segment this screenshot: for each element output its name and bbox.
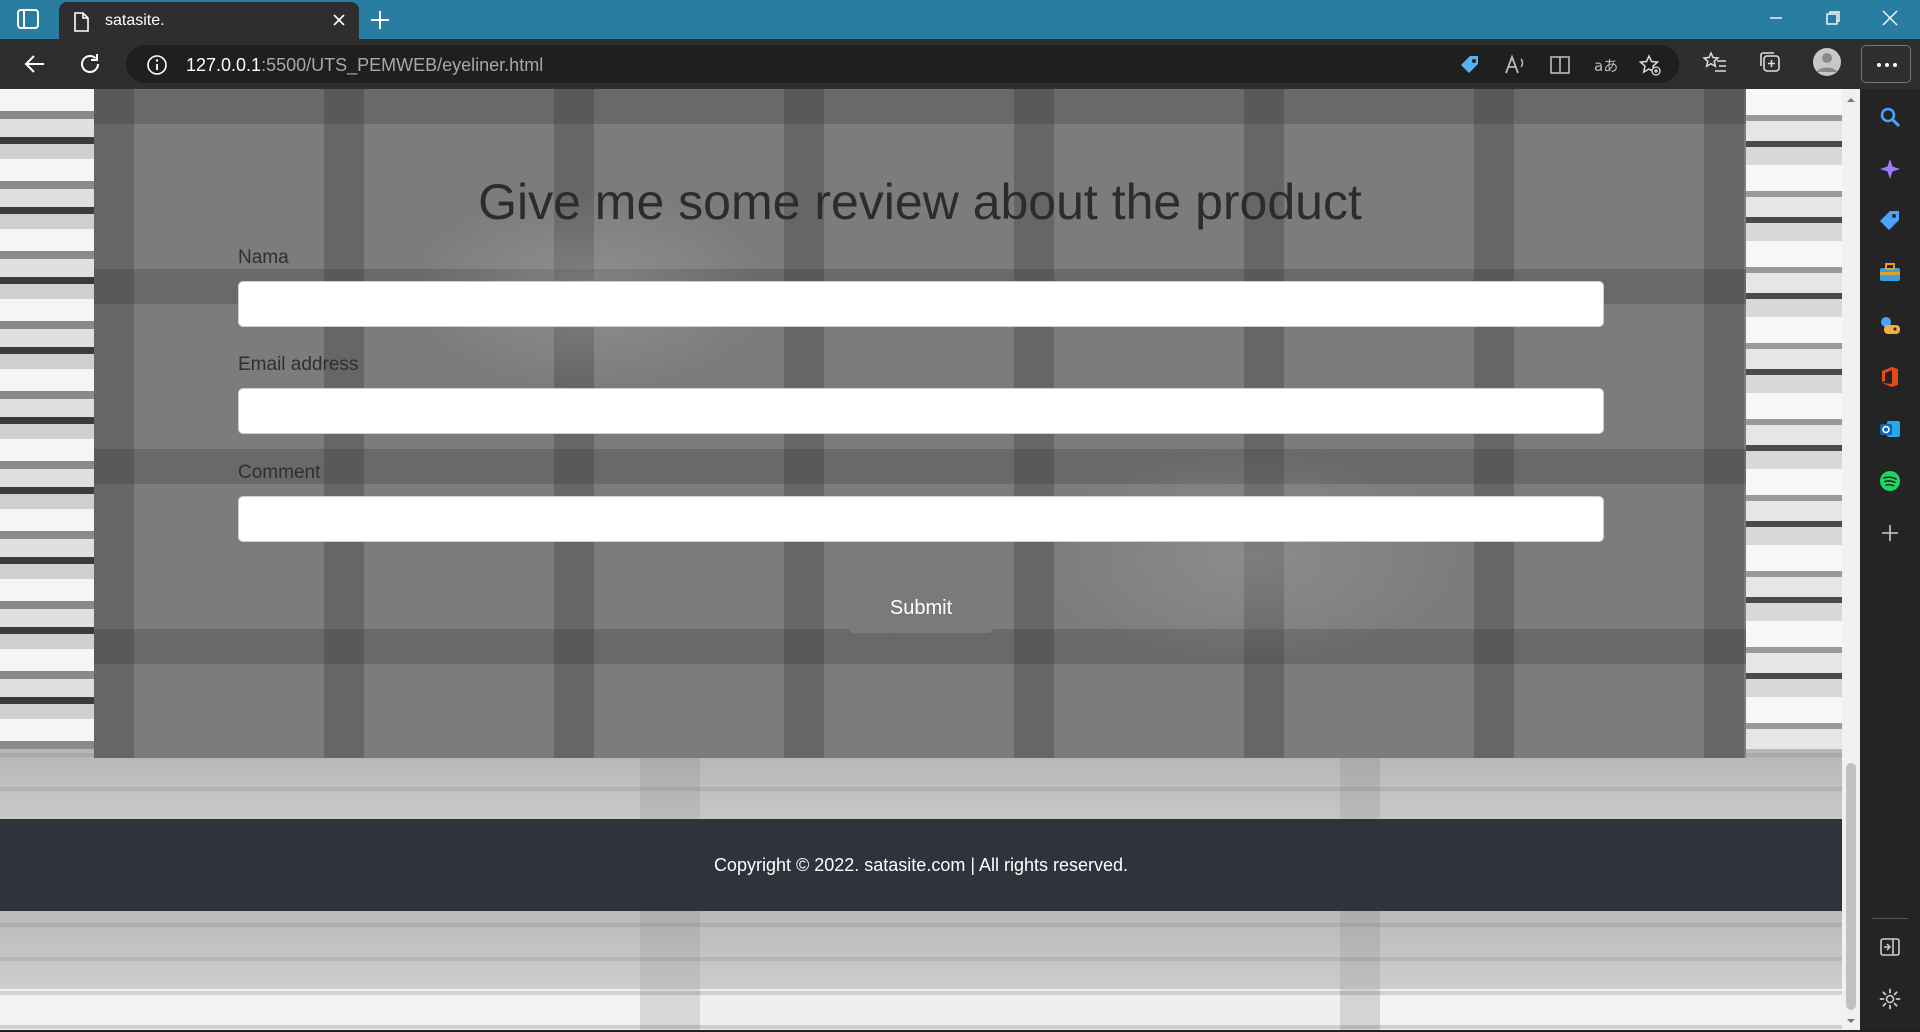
sidebar-divider (1872, 918, 1908, 919)
background-left-strokes (0, 89, 94, 749)
name-label: Nama (238, 247, 289, 268)
minimize-icon[interactable] (1766, 8, 1786, 33)
comment-input[interactable] (238, 496, 1604, 542)
page-scrollbar[interactable] (1842, 89, 1860, 1030)
add-favorite-icon[interactable] (1638, 53, 1662, 82)
collections-icon[interactable] (1757, 49, 1783, 80)
coupon-icon[interactable] (1458, 53, 1482, 82)
sidebar-toggle-icon[interactable] (16, 8, 42, 32)
page-viewport: Give me some review about the product Na… (0, 89, 1842, 1030)
refresh-icon[interactable] (77, 51, 103, 82)
tab-title: satasite. (105, 12, 165, 29)
email-input[interactable] (238, 388, 1604, 434)
spotify-icon[interactable] (1878, 469, 1902, 493)
outlook-icon[interactable] (1878, 417, 1902, 441)
svg-text:aあ: aあ (1594, 57, 1617, 75)
url-host: 127.0.0.1 (186, 55, 262, 75)
shopping-icon[interactable] (1878, 209, 1902, 233)
tools-icon[interactable] (1878, 261, 1902, 285)
add-icon[interactable] (1878, 521, 1902, 545)
background-right-strokes (1746, 89, 1842, 749)
address-bar[interactable]: 127.0.0.1:5500/UTS_PEMWEB/eyeliner.html … (126, 45, 1679, 83)
review-title: Give me some review about the product (478, 174, 1362, 230)
comment-label: Comment (238, 462, 321, 483)
name-input[interactable] (238, 281, 1604, 327)
url-path: :5500/UTS_PEMWEB/eyeliner.html (261, 55, 544, 75)
games-icon[interactable] (1878, 313, 1902, 337)
search-icon[interactable] (1878, 105, 1902, 129)
close-window-icon[interactable] (1880, 8, 1900, 33)
favorites-icon[interactable] (1702, 49, 1728, 80)
browser-tab[interactable]: satasite. (59, 2, 359, 39)
read-aloud-icon[interactable] (1503, 53, 1527, 82)
page-icon (73, 12, 89, 37)
more-button[interactable] (1861, 45, 1911, 83)
toolbar: 127.0.0.1:5500/UTS_PEMWEB/eyeliner.html … (0, 39, 1920, 89)
translate-icon[interactable]: aあ (1593, 53, 1618, 82)
scroll-down-icon[interactable] (1845, 1014, 1857, 1026)
office-icon[interactable] (1878, 365, 1902, 389)
copilot-icon[interactable] (1878, 157, 1902, 181)
copyright-text: Copyright © 2022. satasite.com | All rig… (713, 854, 1129, 875)
info-icon[interactable] (146, 54, 168, 81)
profile-icon[interactable] (1812, 47, 1842, 82)
plus-icon[interactable] (368, 8, 392, 37)
scroll-thumb[interactable] (1846, 763, 1856, 1010)
settings-icon[interactable] (1878, 987, 1902, 1011)
url-text: 127.0.0.1:5500/UTS_PEMWEB/eyeliner.html (186, 55, 543, 76)
footer: Copyright © 2022. satasite.com | All rig… (0, 819, 1842, 911)
tab-bar: satasite. (0, 0, 1920, 39)
review-section: Give me some review about the product Na… (94, 89, 1746, 758)
immersive-reader-icon[interactable] (1548, 53, 1572, 82)
email-label: Email address (238, 354, 359, 375)
panel-toggle-icon[interactable] (1878, 935, 1902, 959)
more-icon (1875, 55, 1899, 80)
scroll-up-icon[interactable] (1845, 93, 1857, 105)
close-icon[interactable] (331, 12, 347, 33)
edge-sidebar (1860, 89, 1920, 1030)
restore-icon[interactable] (1823, 8, 1843, 33)
back-icon[interactable] (22, 51, 48, 82)
submit-button[interactable]: Submit (849, 583, 993, 633)
